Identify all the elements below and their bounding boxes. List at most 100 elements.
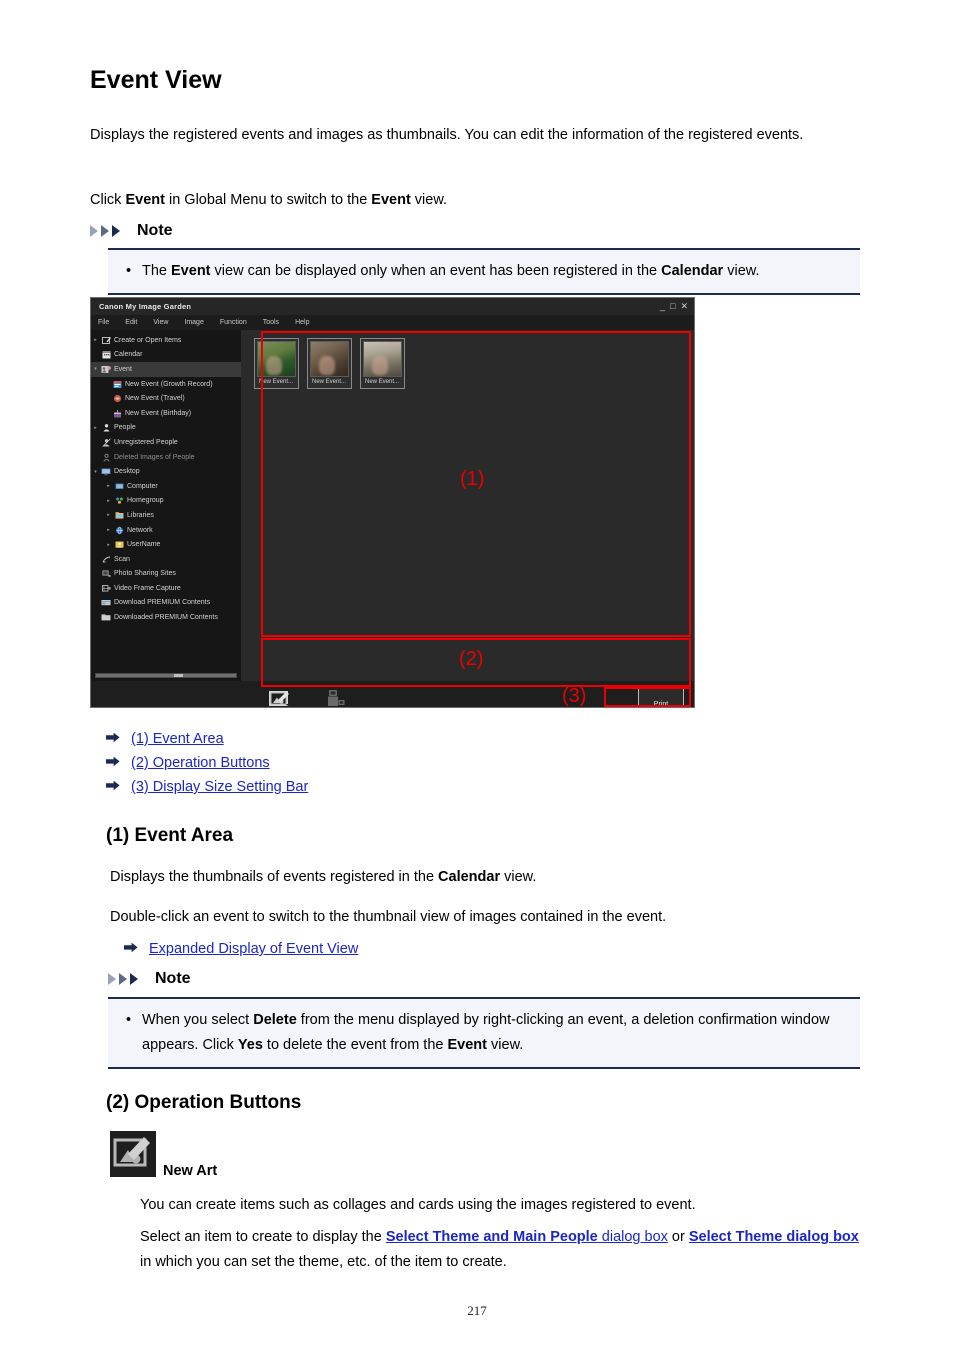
deleted-people-icon [100, 453, 112, 462]
twisty-icon[interactable]: ▸ [91, 425, 100, 431]
app-screenshot-canon-my-image-garden: Canon My Image Garden _ □ ✕ File Edit Vi… [90, 297, 695, 708]
people-icon [100, 423, 112, 432]
link-select-theme-and-main-people-tail[interactable]: dialog box [598, 1229, 668, 1245]
event-thumbnail[interactable]: New Event... [254, 338, 299, 389]
birthday-icon [111, 409, 123, 418]
s1-p1-bold-calendar: Calendar [438, 869, 501, 885]
app-body: ▸ Create or Open Items Calendar ▾ Event … [91, 330, 694, 681]
sidebar-item-network[interactable]: ▸ Network [91, 523, 241, 538]
twisty-icon[interactable]: ▾ [91, 366, 100, 372]
event-thumbnail[interactable]: New Event... [360, 338, 405, 389]
sidebar-item-new-event-growth-record[interactable]: New Event (Growth Record) [91, 377, 241, 392]
menu-function[interactable]: Function [220, 319, 247, 326]
note-label-2: Note [155, 970, 191, 987]
edit-event-icon [313, 686, 359, 707]
menu-view[interactable]: View [153, 319, 168, 326]
sidebar-label: Homegroup [127, 497, 164, 505]
sidebar-horizontal-scrollbar[interactable] [95, 673, 237, 678]
sidebar-label: New Event (Growth Record) [125, 380, 213, 388]
note2-pre: When you select [142, 1012, 254, 1028]
note2-bold-yes: Yes [237, 1037, 263, 1053]
scan-icon [100, 555, 112, 564]
sidebar-item-downloaded-premium-contents[interactable]: Downloaded PREMIUM Contents [91, 610, 241, 625]
note1-bold-calendar: Calendar [661, 263, 724, 279]
sidebar-label: Deleted Images of People [114, 453, 195, 461]
app-window-title: Canon My Image Garden [99, 302, 192, 311]
twisty-icon[interactable]: ▸ [104, 527, 113, 533]
sidebar-label: Video Frame Capture [114, 584, 181, 592]
sidebar-item-calendar[interactable]: Calendar [91, 348, 241, 363]
menu-tools[interactable]: Tools [263, 319, 279, 326]
note2-bold-delete: Delete [253, 1012, 297, 1028]
sidebar-item-scan[interactable]: Scan [91, 552, 241, 567]
twisty-icon[interactable]: ▸ [91, 337, 100, 343]
s2-select-pre: Select an item to create to display the [140, 1229, 386, 1245]
sidebar-item-desktop[interactable]: ▾ Desktop [91, 464, 241, 479]
sidebar-label: Photo Sharing Sites [114, 570, 176, 578]
maximize-icon[interactable]: □ [670, 302, 675, 311]
event-area[interactable]: New Event... New Event... New Event... [241, 330, 694, 681]
twisty-icon[interactable]: ▸ [104, 483, 113, 489]
sidebar-item-event[interactable]: ▾ Event [91, 362, 241, 377]
twisty-icon[interactable]: ▸ [104, 498, 113, 504]
note1-post: view. [723, 263, 760, 279]
sidebar-item-libraries[interactable]: ▸ Libraries [91, 508, 241, 523]
close-icon[interactable]: ✕ [680, 302, 688, 311]
link-row-expanded-display: Expanded Display of Event View [124, 937, 358, 961]
sidebar-item-unregistered-people[interactable]: Unregistered People [91, 435, 241, 450]
sidebar-item-video-frame-capture[interactable]: Video Frame Capture [91, 581, 241, 596]
growth-record-icon [111, 380, 123, 389]
app-sidebar-tree: ▸ Create or Open Items Calendar ▾ Event … [91, 330, 241, 681]
link-expanded-display-of-event-view[interactable]: Expanded Display of Event View [149, 941, 358, 957]
sidebar-item-computer[interactable]: ▸ Computer [91, 479, 241, 494]
scrollbar-thumb[interactable] [174, 674, 184, 677]
link-event-area[interactable]: (1) Event Area [131, 731, 224, 747]
link-operation-buttons[interactable]: (2) Operation Buttons [131, 755, 270, 771]
sidebar-item-create-or-open-items[interactable]: ▸ Create or Open Items [91, 333, 241, 348]
note2-mid2: to delete the event from the [262, 1037, 448, 1053]
new-art-icon [257, 686, 303, 707]
arrow-right-icon [124, 940, 138, 958]
event-thumbnail[interactable]: New Event... [307, 338, 352, 389]
sidebar-item-people[interactable]: ▸ People [91, 421, 241, 436]
sidebar-label: New Event (Travel) [125, 395, 185, 403]
arrow-right-icon [106, 754, 120, 772]
new-art-button[interactable]: New Art [257, 686, 303, 707]
menu-help[interactable]: Help [295, 319, 309, 326]
print-button[interactable]: Print [638, 688, 684, 707]
sidebar-item-new-event-birthday[interactable]: New Event (Birthday) [91, 406, 241, 421]
minimize-icon[interactable]: _ [660, 302, 665, 311]
click-instruction: Click Event in Global Menu to switch to … [90, 188, 835, 213]
new-art-block: New Art [110, 1131, 217, 1182]
event-thumbnail-image [363, 341, 402, 377]
sidebar-label: Event [114, 365, 132, 373]
sidebar-item-homegroup[interactable]: ▸ Homegroup [91, 494, 241, 509]
link-select-theme-and-main-people[interactable]: Select Theme and Main People [386, 1229, 598, 1245]
section-1-heading: (1) Event Area [106, 825, 234, 846]
travel-icon [111, 394, 123, 403]
section-1-paragraph-1: Displays the thumbnails of events regist… [110, 865, 840, 890]
menu-file[interactable]: File [98, 319, 109, 326]
section-link-list: (1) Event Area (2) Operation Buttons (3)… [106, 727, 308, 799]
menu-edit[interactable]: Edit [125, 319, 137, 326]
sidebar-label: Downloaded PREMIUM Contents [114, 614, 218, 622]
sidebar-item-deleted-images-of-people[interactable]: Deleted Images of People [91, 450, 241, 465]
twisty-icon[interactable]: ▸ [104, 542, 113, 548]
sidebar-item-username[interactable]: ▸ UserName [91, 537, 241, 552]
link-display-size-setting-bar[interactable]: (3) Display Size Setting Bar [131, 779, 308, 795]
note1-pre: The [142, 263, 172, 279]
edit-event-button[interactable]: Edit Event [313, 686, 359, 707]
sidebar-item-photo-sharing-sites[interactable]: Photo Sharing Sites [91, 567, 241, 582]
sidebar-label: People [114, 424, 136, 432]
s2-select-post: in which you can set the theme, etc. of … [140, 1254, 507, 1270]
sidebar-item-download-premium-contents[interactable]: Download PREMIUM Contents [91, 596, 241, 611]
link-select-theme-dialog-box[interactable]: Select Theme dialog box [689, 1229, 859, 1245]
menu-image[interactable]: Image [184, 319, 203, 326]
twisty-icon[interactable]: ▾ [91, 469, 100, 475]
twisty-icon[interactable]: ▸ [104, 512, 113, 518]
homegroup-icon [113, 496, 125, 505]
click-pre: Click [90, 192, 126, 208]
sidebar-item-new-event-travel[interactable]: New Event (Travel) [91, 391, 241, 406]
sidebar-label: Computer [127, 482, 158, 490]
event-thumbnail-caption: New Event... [365, 379, 400, 385]
